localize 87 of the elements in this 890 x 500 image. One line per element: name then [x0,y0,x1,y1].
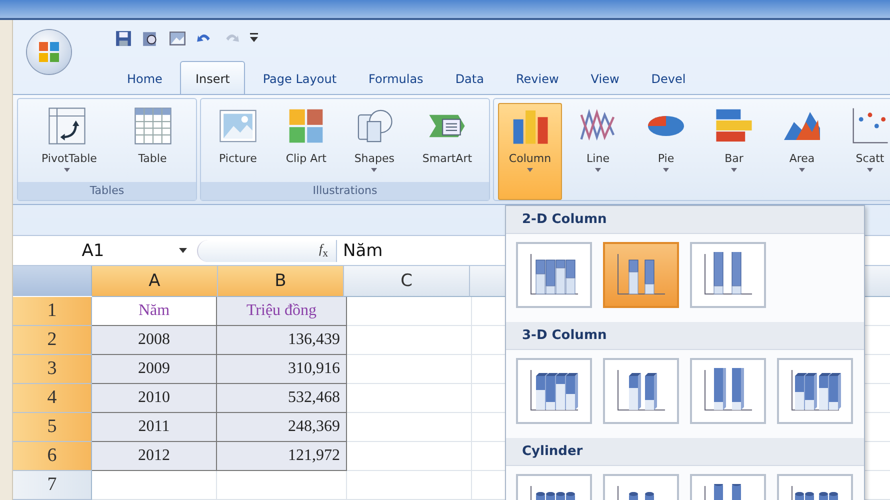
cell-text: Năm [138,302,170,320]
print-preview-icon[interactable] [142,30,159,47]
customize-toolbar-icon[interactable] [250,33,258,44]
ribbon-button[interactable]: Clip Art [280,103,332,182]
row-header[interactable]: 4 [13,384,92,413]
cell-text: 2012 [138,447,170,465]
ribbon-tab[interactable]: Devel [637,62,700,94]
ribbon-button[interactable]: PivotTable [36,103,96,182]
ribbon-tab[interactable]: Home [113,62,176,94]
ribbon-tab[interactable]: Review [502,62,573,94]
cell-text: Triệu đồng [246,302,317,320]
ribbon-button[interactable]: Area [770,103,834,200]
picture-icon[interactable] [169,30,186,47]
cell-text: 136,439 [288,331,340,349]
cell-text: 2010 [138,389,170,407]
sheet-cell[interactable] [347,384,472,413]
chart-type-option[interactable] [690,358,766,424]
office-button[interactable] [27,30,71,74]
menu-section-title: 2-D Column [506,206,864,234]
row-header[interactable]: 3 [13,355,92,384]
ribbon-tab[interactable]: Data [441,62,498,94]
group-label: Illustrations [201,182,489,200]
sheet-cell[interactable]: 2011 [92,413,217,442]
cell-text: 2009 [138,360,170,378]
cell-text: 248,369 [288,418,340,436]
sheet-cell[interactable]: Triệu đồng [217,297,347,326]
ribbon-button[interactable]: Bar [702,103,766,200]
sheet-cell[interactable] [347,413,472,442]
sheet-cell[interactable] [347,471,472,500]
ribbon-tab[interactable]: Formulas [354,62,438,94]
name-box[interactable]: A1 [13,240,173,261]
office-logo-icon [37,40,61,64]
cell-text: 2011 [138,418,170,436]
sheet-cell[interactable] [217,471,347,500]
function-label[interactable]: f$_{x}$ [318,241,328,260]
cell-text: 2008 [138,331,170,349]
save-icon[interactable] [115,30,132,47]
column-header[interactable]: A [92,266,218,297]
ribbon-tab[interactable]: View [576,62,634,94]
sheet-cell[interactable]: 2008 [92,326,217,355]
sheet-cell[interactable] [347,355,472,384]
sheet-cell[interactable] [92,471,217,500]
table-grid-icon [132,106,172,146]
cell-text: 310,916 [288,360,340,378]
ribbon-button[interactable]: Table [128,103,178,182]
chart-type-option[interactable] [516,242,592,308]
sheet-cell[interactable]: 532,468 [217,384,347,413]
chart-type-option[interactable] [777,358,853,424]
menu-section-title: 3-D Column [506,322,864,350]
sheet-cell[interactable] [347,297,472,326]
ribbon-tab[interactable]: Page Layout [248,62,351,94]
sheet-cell[interactable]: 248,369 [217,413,347,442]
sheet-cell[interactable]: 310,916 [217,355,347,384]
row-header[interactable]: 5 [13,413,92,442]
chart-type-option[interactable] [516,358,592,424]
row-header[interactable]: 7 [13,471,92,500]
ribbon-button[interactable]: Shapes [349,103,400,182]
row-header[interactable]: 1 [13,297,92,326]
chart-type-option[interactable] [603,358,679,424]
sheet-cell[interactable]: 136,439 [217,326,347,355]
sheet-cell[interactable]: 2009 [92,355,217,384]
ribbon-tab[interactable]: Insert [180,61,245,94]
column-header[interactable]: B [218,266,344,297]
chart-type-option[interactable] [603,242,679,308]
column-header[interactable]: C [344,266,470,297]
sheet-cell[interactable] [347,326,472,355]
ribbon-button[interactable]: Column [498,103,562,200]
ribbon-button[interactable]: Line [566,103,630,200]
ribbon-button[interactable]: SmartArt [417,103,478,182]
ribbon-button[interactable]: Picture [212,103,263,182]
cell-text: 532,468 [288,389,340,407]
chart-type-option[interactable] [690,242,766,308]
group-label: Tables [18,182,196,200]
ribbon-button[interactable]: Scatt [838,103,890,200]
cell-text: 121,972 [288,447,340,465]
menu-section-title: Cylinder [506,438,864,466]
row-header[interactable]: 2 [13,326,92,355]
ribbon-button[interactable]: Pie [634,103,698,200]
caret-icon[interactable] [179,248,187,254]
sheet-cell[interactable]: Năm [92,297,217,326]
sheet-cell[interactable] [347,442,472,471]
formula-input[interactable]: Năm [337,240,383,261]
sheet-cell[interactable]: 2012 [92,442,217,471]
sheet-cell[interactable]: 121,972 [217,442,347,471]
pivot-table-icon [46,106,86,146]
row-header[interactable]: 6 [13,442,92,471]
sheet-cell[interactable]: 2010 [92,384,217,413]
